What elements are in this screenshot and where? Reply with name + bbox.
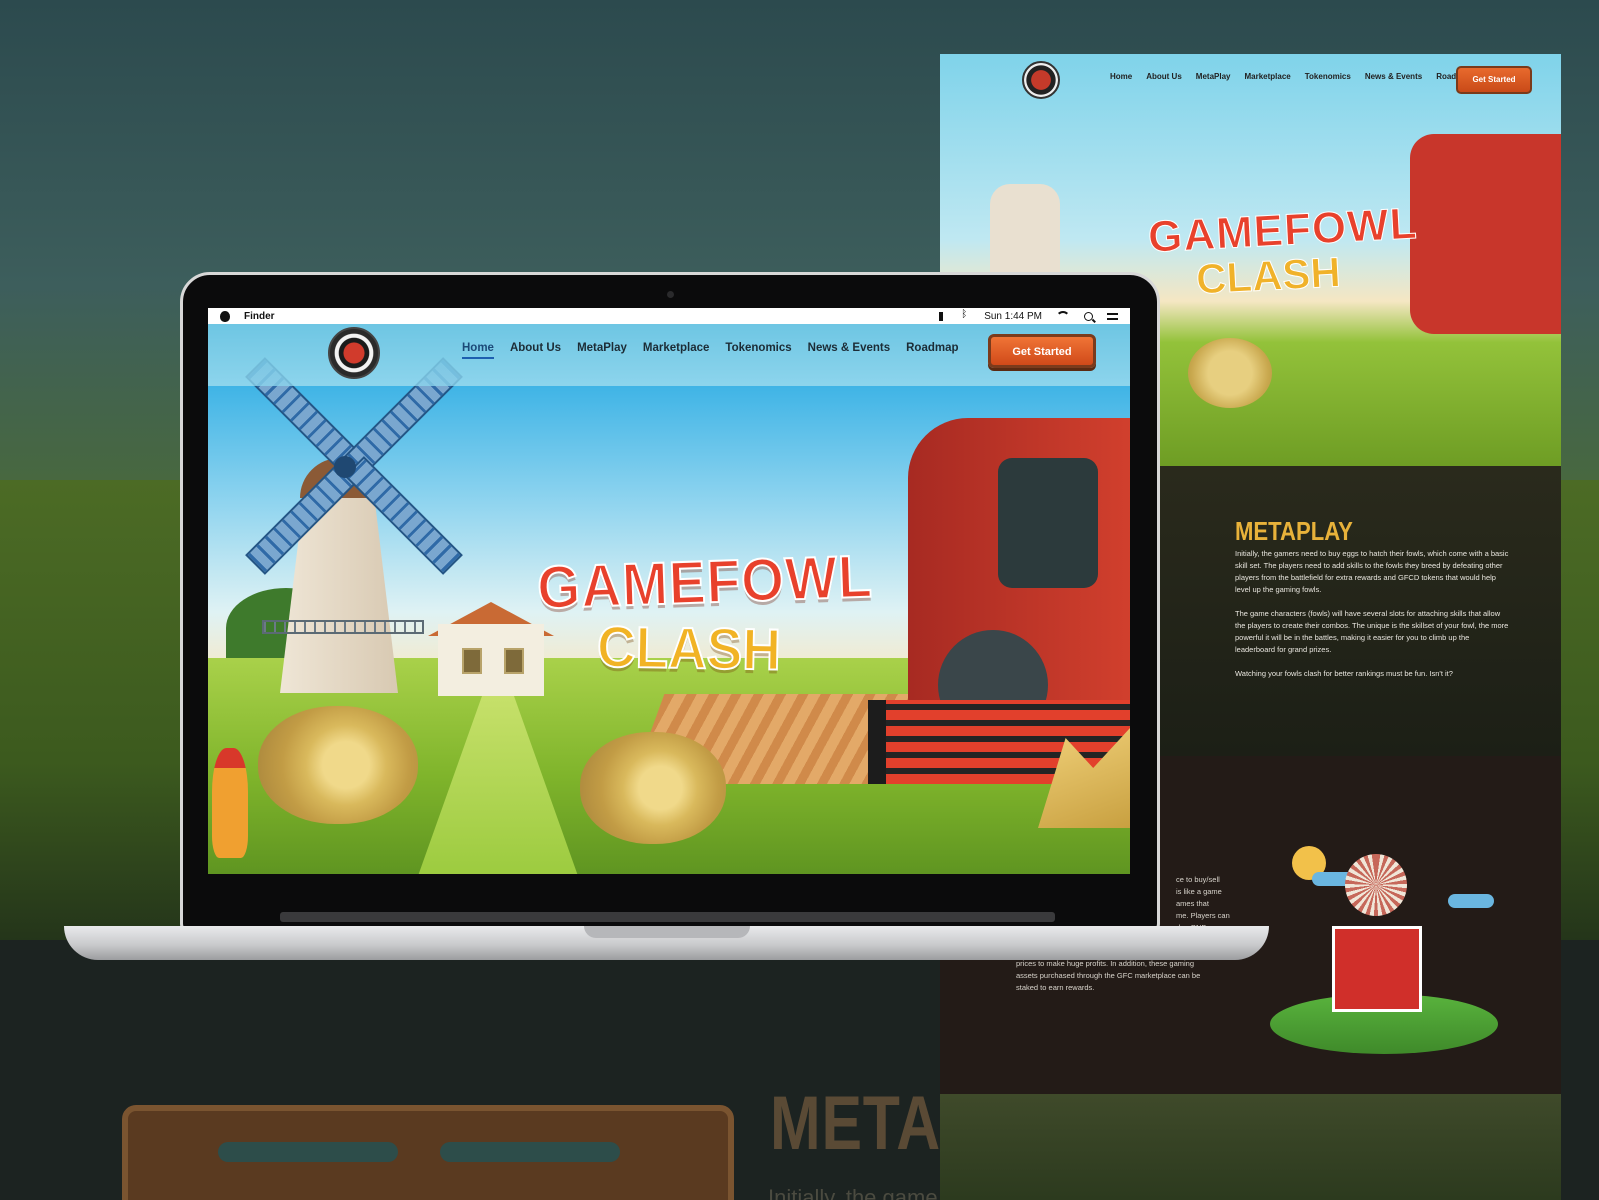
preview-metaplay-paragraph: The game characters (fowls) will have se… <box>1235 609 1509 654</box>
preview-marketplace-text: assets purchased through the GFC marketp… <box>1016 971 1201 980</box>
preview-metaplay-paragraph: Initially, the gamers need to buy eggs t… <box>1235 549 1509 594</box>
bluetooth-icon[interactable] <box>960 309 970 321</box>
laptop-notch <box>584 926 750 938</box>
nav-roadmap[interactable]: Roadmap <box>906 342 958 359</box>
preview-hay-bale <box>1188 338 1272 408</box>
search-icon[interactable] <box>1084 311 1093 321</box>
wifi-icon[interactable] <box>1056 311 1070 325</box>
preview-marketplace-text: me. Players can <box>1176 911 1230 920</box>
farmhouse-window <box>504 648 524 674</box>
windmill-hub <box>334 456 356 478</box>
background-progress-bar <box>440 1142 620 1162</box>
hay-bale <box>258 706 418 824</box>
nav-metaplay[interactable]: MetaPlay <box>577 342 627 359</box>
preview-marketplace-text: ce to buy/sell <box>1176 875 1220 884</box>
mac-menu-bar: Finder Sun 1:44 PM <box>208 308 1130 324</box>
windmill-railing <box>262 620 424 634</box>
background-text: Initially, the game <box>768 1185 938 1200</box>
nav-news-events[interactable]: News & Events <box>808 342 890 359</box>
preview-marketplace-text: is like a game <box>1176 887 1222 896</box>
preview-rocks-illustration <box>940 1094 1561 1200</box>
volume-icon[interactable] <box>939 311 946 321</box>
preview-nav-marketplace[interactable]: Marketplace <box>1244 72 1290 81</box>
main-nav: Home About Us MetaPlay Marketplace Token… <box>462 342 959 359</box>
menu-app-name[interactable]: Finder <box>244 311 275 322</box>
preview-metaplay-paragraph: Watching your fowls clash for better ran… <box>1235 669 1453 678</box>
preview-metaplay-title: METAPLAY <box>1235 516 1353 546</box>
hay-bale <box>580 732 726 844</box>
preview-nav-news[interactable]: News & Events <box>1365 72 1422 81</box>
notification-list-icon[interactable] <box>1107 312 1118 320</box>
laptop-screen: Finder Sun 1:44 PM GAMEFOWL CLASH <box>208 308 1130 874</box>
site-logo[interactable] <box>328 327 380 379</box>
hero-title-line2: CLASH <box>596 613 783 683</box>
preview-windwheel-illustration <box>1345 854 1407 916</box>
rooster-illustration <box>212 748 248 858</box>
preview-marketplace-text: staked to earn rewards. <box>1016 983 1095 992</box>
site-header: Home About Us MetaPlay Marketplace Token… <box>208 324 1130 386</box>
preview-get-started-button[interactable]: Get Started <box>1456 66 1532 94</box>
nav-tokenomics[interactable]: Tokenomics <box>725 342 791 359</box>
apple-icon[interactable] <box>220 310 230 322</box>
harvester-window <box>998 458 1098 588</box>
camera-icon <box>667 291 674 298</box>
laptop-hinge <box>280 912 1055 922</box>
preview-hero-title-line2: CLASH <box>1194 248 1342 304</box>
hero-title: GAMEFOWL CLASH <box>524 542 874 684</box>
background-wood-panel <box>122 1105 734 1200</box>
preview-nav: Home About Us MetaPlay Marketplace Token… <box>940 54 1561 102</box>
hero-title-line1: GAMEFOWL <box>535 542 874 623</box>
farmhouse-window <box>462 648 482 674</box>
background-progress-bar <box>218 1142 398 1162</box>
preview-nav-about[interactable]: About Us <box>1146 72 1182 81</box>
nav-about-us[interactable]: About Us <box>510 342 561 359</box>
nav-marketplace[interactable]: Marketplace <box>643 342 709 359</box>
get-started-button[interactable]: Get Started <box>988 334 1096 368</box>
preview-nav-metaplay[interactable]: MetaPlay <box>1196 72 1231 81</box>
nav-home[interactable]: Home <box>462 342 494 359</box>
menu-clock[interactable]: Sun 1:44 PM <box>984 311 1042 322</box>
preview-nav-tokenomics[interactable]: Tokenomics <box>1305 72 1351 81</box>
preview-cloud-illustration <box>1448 894 1494 908</box>
preview-barn-illustration <box>1332 926 1422 1012</box>
menu-status-area: Sun 1:44 PM <box>939 308 1118 324</box>
preview-logo[interactable] <box>1022 61 1060 99</box>
preview-nav-home[interactable]: Home <box>1110 72 1132 81</box>
preview-nav-links: Home About Us MetaPlay Marketplace Token… <box>1110 72 1473 81</box>
preview-marketplace-text: ames that <box>1176 899 1209 908</box>
laptop-base <box>64 926 1269 960</box>
preview-harvester <box>1410 134 1561 334</box>
